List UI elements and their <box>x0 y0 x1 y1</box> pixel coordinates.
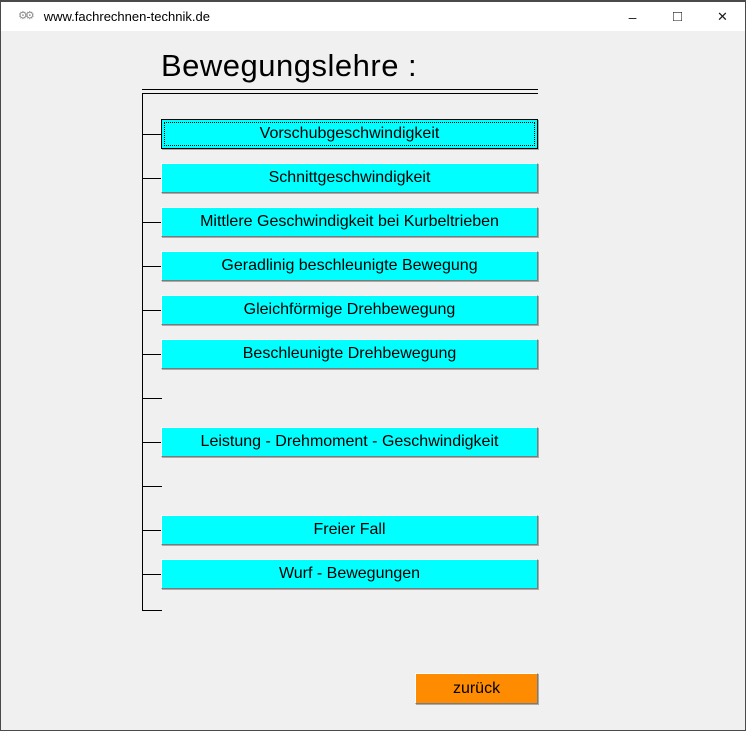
maximize-button[interactable]: □ <box>655 2 700 31</box>
close-button[interactable]: ✕ <box>700 2 745 31</box>
menu-button-leistung-drehmoment-geschwindigkeit[interactable]: Leistung - Drehmoment - Geschwindigkeit <box>161 427 538 457</box>
tree-branch-line <box>142 574 162 575</box>
tree-branch-line <box>142 134 162 135</box>
menu-button-schnittgeschwindigkeit[interactable]: Schnittgeschwindigkeit <box>161 163 538 193</box>
menu-button-mittlere-geschwindigkeit[interactable]: Mittlere Geschwindigkeit bei Kurbeltrieb… <box>161 207 538 237</box>
heading-double-rule <box>142 89 538 94</box>
tree-branch-end-line <box>142 610 162 611</box>
tree-branch-line <box>142 442 162 443</box>
titlebar: ⚙⚙ www.fachrechnen-technik.de – □ ✕ <box>1 2 745 31</box>
menu-button-wurf-bewegungen[interactable]: Wurf - Bewegungen <box>161 559 538 589</box>
menu-button-geradlinig-beschleunigte-bewegung[interactable]: Geradlinig beschleunigte Bewegung <box>161 251 538 281</box>
window-title: www.fachrechnen-technik.de <box>44 9 210 24</box>
menu-button-gleichfoermige-drehbewegung[interactable]: Gleichförmige Drehbewegung <box>161 295 538 325</box>
gears-icon: ⚙⚙ <box>18 11 32 22</box>
tree-branch-line <box>142 486 162 487</box>
tree-branch-line <box>142 398 162 399</box>
menu-button-vorschubgeschwindigkeit[interactable]: Vorschubgeschwindigkeit <box>161 119 538 149</box>
page-title: Bewegungslehre : <box>161 50 417 81</box>
window-controls: – □ ✕ <box>610 2 745 31</box>
menu-button-freier-fall[interactable]: Freier Fall <box>161 515 538 545</box>
tree-branch-line <box>142 178 162 179</box>
app-window: ⚙⚙ www.fachrechnen-technik.de – □ ✕ Bewe… <box>0 0 746 731</box>
tree-branch-line <box>142 222 162 223</box>
tree-branch-line <box>142 266 162 267</box>
minimize-button[interactable]: – <box>610 2 655 31</box>
tree-branch-line <box>142 354 162 355</box>
tree-branch-line <box>142 530 162 531</box>
tree-vertical-line <box>142 93 143 611</box>
back-button[interactable]: zurück <box>415 673 538 704</box>
menu-button-beschleunigte-drehbewegung[interactable]: Beschleunigte Drehbewegung <box>161 339 538 369</box>
tree-branch-line <box>142 310 162 311</box>
